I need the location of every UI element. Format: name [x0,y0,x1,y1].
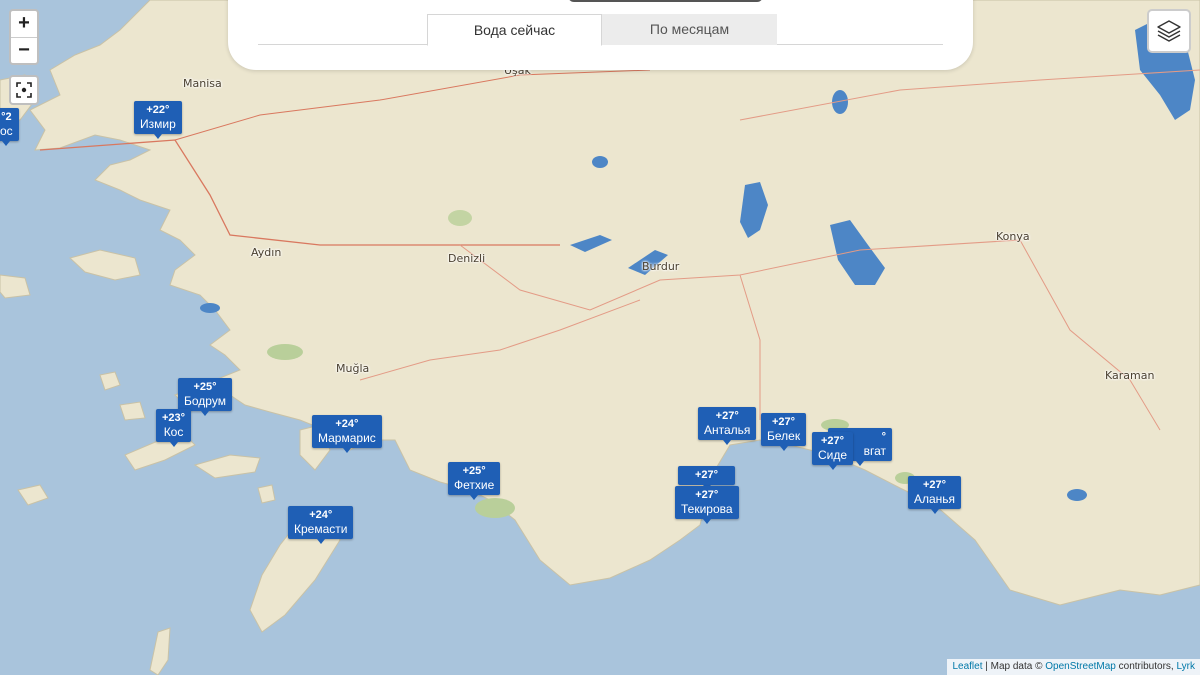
temperature-marker-izmir[interactable]: +22° Измир [134,101,182,139]
marker-temp: +25° [462,465,486,477]
marker-temp: +24° [335,418,359,430]
lake-small [1067,489,1087,501]
marker-temp: +22° [146,104,170,116]
panel-handle[interactable] [568,0,763,2]
tab-water-now[interactable]: Вода сейчас [427,14,602,46]
marker-name: Бодрум [184,394,226,408]
map-attribution: Leaflet | Map data © OpenStreetMap contr… [947,659,1200,675]
marker-temp: +27° [772,416,796,428]
lyrk-link[interactable]: Lyrk [1176,661,1195,672]
locate-button[interactable] [9,75,39,105]
zoom-control: + − [9,9,39,65]
marker-name: Фетхие [454,478,495,492]
island-small3 [119,401,146,421]
city-label-aydin: Aydın [251,246,282,259]
marker-name: Сиде [818,448,848,462]
marker-name: Измир [140,117,176,131]
temperature-marker-kremasti[interactable]: +24° Кремасти [288,506,354,544]
temperature-marker-antalya[interactable]: +27° Анталья [698,407,757,445]
marker-temp: +27° [923,479,947,491]
locate-icon [16,82,32,98]
marker-name: Аланья [914,492,956,506]
layers-button[interactable] [1147,9,1191,53]
temperature-marker-kos[interactable]: +23° Кос [156,409,192,447]
layers-icon [1157,20,1181,42]
city-label-mugla: Muğla [336,362,370,375]
marker-temp: +25° [193,381,217,393]
marker-name: Мармарис [318,431,376,445]
marker-temp: +27° [695,489,719,501]
city-label-manisa: Manisa [183,77,222,90]
city-label-konya: Konya [996,230,1030,243]
marker-temp: +24° [309,509,333,521]
marker-temp: +27° [820,435,845,447]
forest-patch [267,344,303,360]
attribution-text: | Map data © [982,661,1046,672]
temperature-marker-kemer[interactable]: +27° [678,466,735,490]
marker-name: Кос [163,425,184,439]
temperature-marker-edge[interactable]: °2 ос [0,108,19,146]
marker-name: Кремасти [294,522,348,536]
marker-temp: +23° [162,412,186,424]
temperature-marker-belek[interactable]: +27° Белек [761,413,807,451]
temperature-marker-tekirova[interactable]: +27° Текирова [675,486,739,524]
lake-small [200,303,220,313]
marker-name: Белек [767,429,801,443]
temperature-marker-bodrum[interactable]: +25° Бодрум [178,378,232,416]
temperature-marker-side[interactable]: +27° Сиде [812,432,854,470]
marker-temp: +27° [715,410,739,422]
tab-by-months[interactable]: По месяцам [602,14,777,45]
forest-patch [475,498,515,518]
city-label-karaman: Karaman [1105,369,1155,382]
lake-small [592,156,608,168]
marker-name: Анталья [704,423,751,437]
temperature-marker-marmaris[interactable]: +24° Мармарис [312,415,382,453]
marker-name: Текирова [681,502,733,516]
marker-name: ос [0,124,13,138]
marker-temp: +27° [694,469,719,481]
island-samos [0,274,31,299]
temperature-marker-fethiye[interactable]: +25° Фетхие [448,462,501,500]
city-label-denizli: Denizli [448,252,486,265]
osm-link[interactable]: OpenStreetMap [1045,661,1116,672]
tab-bar: Вода сейчас По месяцам [258,14,943,46]
top-panel: Вода сейчас По месяцам [228,0,973,70]
zoom-in-button[interactable]: + [11,11,37,37]
marker-temp: °2 [1,111,12,123]
leaflet-link[interactable]: Leaflet [952,661,982,672]
map-canvas[interactable]: Manisa Uşak Aydın Denizli Burdur Konya M… [0,0,1200,675]
temperature-marker-alanya[interactable]: +27° Аланья [908,476,962,514]
zoom-out-button[interactable]: − [11,37,37,63]
city-label-burdur: Burdur [642,260,680,273]
forest-patch [448,210,472,226]
attribution-contributors: contributors, [1115,661,1177,672]
